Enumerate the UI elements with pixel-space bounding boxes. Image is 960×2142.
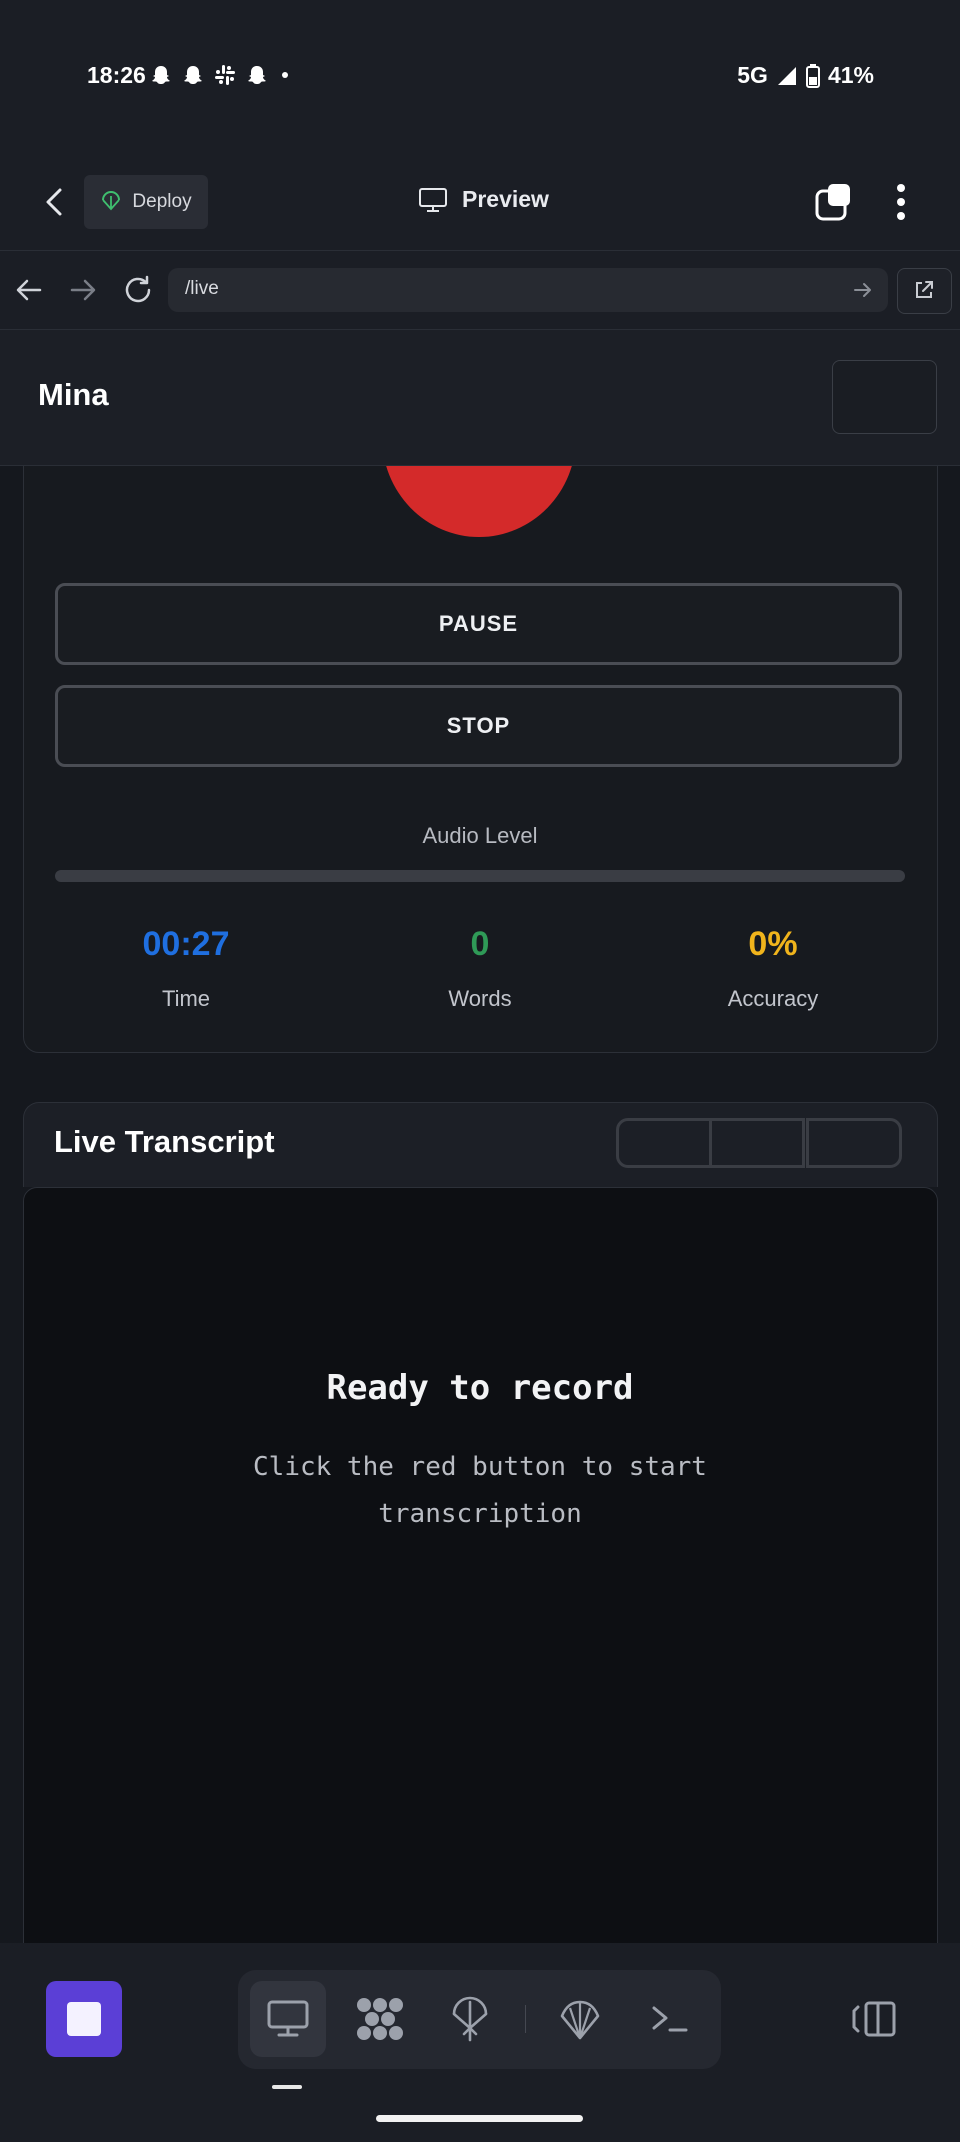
shell-icon [560, 2000, 600, 2040]
transcript-toolbar-button-1[interactable] [616, 1118, 712, 1168]
audio-level-meter [55, 870, 905, 882]
pause-button[interactable]: PAUSE [55, 583, 902, 665]
tabs-overview-icon [815, 184, 850, 221]
more-vertical-icon [897, 184, 905, 220]
transcript-title: Live Transcript [54, 1124, 275, 1159]
status-time: 18:26 [87, 62, 146, 88]
external-link-icon [916, 281, 933, 298]
reload-icon [125, 275, 151, 303]
terminal-icon [652, 2006, 688, 2032]
stat-time: 00:27 Time [36, 925, 336, 1012]
stat-time-value: 00:27 [142, 925, 230, 963]
snapchat-icon [152, 66, 170, 84]
dot-icon [282, 72, 288, 78]
tab-deploy[interactable] [432, 1981, 508, 2057]
audio-level-label: Audio Level [422, 823, 538, 848]
tab-packages[interactable] [342, 1981, 418, 2057]
network-label: 5G [737, 62, 768, 88]
stat-words-value: 0 [470, 925, 490, 963]
tab-preview[interactable] [250, 1981, 326, 2057]
stat-words: 0 Words [330, 925, 630, 1012]
monitor-icon [419, 187, 447, 212]
preview-label: Preview [462, 186, 549, 212]
tab-divider [525, 2005, 526, 2033]
stop-square-icon [67, 2002, 101, 2036]
stop-button[interactable]: STOP [55, 685, 902, 767]
grid-blob-icon [357, 1998, 403, 2040]
arrow-left-icon [16, 279, 42, 301]
active-tab-indicator [272, 2085, 302, 2089]
status-right: 5G 41% [737, 62, 874, 89]
empty-state-title: Ready to record [326, 1368, 634, 1408]
stat-accuracy-label: Accuracy [727, 986, 819, 1011]
snapchat-icon [184, 66, 202, 84]
browser-forward-button[interactable] [68, 276, 98, 304]
signal-icon [777, 66, 796, 85]
header-action-button[interactable] [832, 360, 937, 434]
arrow-right-icon [854, 283, 871, 297]
url-input[interactable] [168, 268, 888, 312]
stop-run-button[interactable] [46, 1981, 122, 2057]
panel-layout-icon [852, 2001, 896, 2037]
deploy-button[interactable]: Deploy [84, 175, 208, 229]
tabs-button[interactable] [814, 182, 856, 224]
chevron-left-icon [46, 188, 62, 216]
page-title: Mina [38, 377, 109, 412]
deploy-label: Deploy [132, 191, 192, 212]
url-go-button[interactable] [852, 280, 874, 300]
monitor-icon [267, 2000, 309, 2037]
stat-time-label: Time [161, 986, 211, 1011]
deploy-parachute-icon [452, 1996, 488, 2042]
battery-icon [805, 63, 820, 88]
empty-state-subtitle: Click the red button to start transcript… [253, 1452, 707, 1529]
home-indicator [376, 2115, 583, 2122]
slack-icon [215, 65, 235, 85]
transcript-toolbar-button-3[interactable] [806, 1118, 902, 1168]
back-button[interactable] [38, 186, 74, 218]
stat-accuracy-value: 0% [748, 925, 798, 963]
tab-console[interactable] [632, 1981, 708, 2057]
browser-reload-button[interactable] [122, 274, 154, 306]
open-external-button[interactable] [897, 268, 952, 314]
browser-back-button[interactable] [14, 276, 44, 304]
tab-shell[interactable] [542, 1981, 618, 2057]
transcript-panel [23, 1187, 938, 1949]
preview-title[interactable]: Preview [418, 186, 549, 213]
deploy-parachute-icon [102, 191, 121, 211]
panel-toggle-button[interactable] [852, 1999, 898, 2039]
transcript-toolbar-button-2[interactable] [709, 1118, 805, 1168]
stat-words-label: Words [448, 986, 512, 1011]
more-menu-button[interactable] [890, 182, 912, 222]
page-header [0, 330, 960, 466]
snapchat-icon [248, 66, 266, 84]
stat-accuracy: 0% Accuracy [623, 925, 923, 1012]
url-text: /live [185, 278, 219, 299]
battery-label: 41% [827, 62, 874, 88]
notification-icons [150, 64, 292, 86]
arrow-right-icon [70, 279, 96, 301]
